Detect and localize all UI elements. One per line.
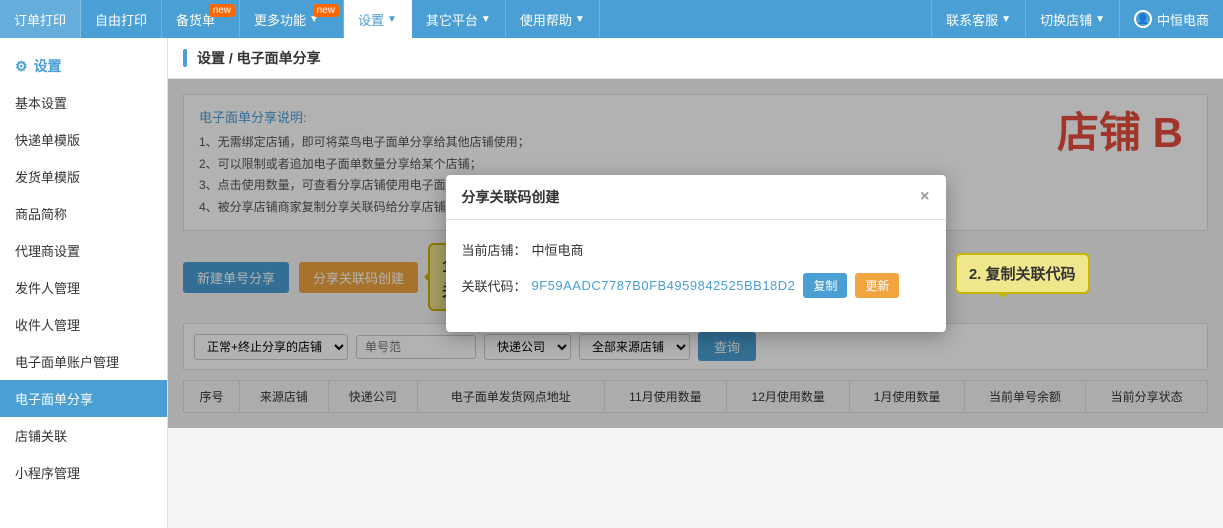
sidebar-item-mini-program[interactable]: 小程序管理 — [0, 454, 167, 491]
nav-more-features-label: 更多功能 — [254, 10, 306, 29]
sidebar-item-sender-label: 发件人管理 — [15, 281, 80, 296]
sidebar-item-sender[interactable]: 发件人管理 — [0, 269, 167, 306]
chevron-down-icon: ▼ — [481, 14, 491, 25]
modal-store-row: 当前店铺： 中恒电商 — [462, 240, 930, 259]
nav-order-print-label: 订单打印 — [14, 10, 66, 29]
modal-code-row: 关联代码： 9F59AADC7787B0FB4959842525BB18D2 复… — [462, 273, 930, 298]
modal-overlay: 分享关联码创建 × 当前店铺： 中恒电商 关联代码： 9F59AADC7787B… — [168, 79, 1223, 428]
sidebar-item-product-label: 商品简称 — [15, 207, 67, 222]
copy-button[interactable]: 复制 — [803, 273, 847, 298]
sidebar-item-product-short[interactable]: 商品简称 — [0, 195, 167, 232]
modal-title: 分享关联码创建 — [462, 187, 560, 207]
sidebar-item-agent[interactable]: 代理商设置 — [0, 232, 167, 269]
breadcrumb-bar — [183, 49, 187, 67]
sidebar-item-waybill-share-label: 电子面单分享 — [15, 392, 93, 407]
main-content: 设置 / 电子面单分享 店铺 B 电子面单分享说明: 1、无需绑定店铺，即可将菜… — [168, 38, 1223, 528]
sidebar-item-waybill-account-label: 电子面单账户管理 — [15, 355, 119, 370]
modal-code-label: 关联代码： — [462, 276, 532, 295]
settings-icon: ⚙ — [15, 58, 28, 75]
nav-switch-store[interactable]: 切换店铺 ▼ — [1025, 0, 1119, 38]
prepare-goods-badge: new — [209, 4, 235, 17]
nav-settings-label: 设置 — [358, 10, 384, 29]
nav-contact-label: 联系客服 — [946, 10, 998, 29]
nav-user[interactable]: 👤 中恒电商 — [1119, 0, 1223, 38]
nav-contact[interactable]: 联系客服 ▼ — [931, 0, 1025, 38]
top-navigation: 订单打印 自由打印 备货单 new 更多功能 new ▼ 设置 ▼ 其它平台 ▼… — [0, 0, 1223, 38]
nav-free-print[interactable]: 自由打印 — [81, 0, 162, 38]
nav-free-print-label: 自由打印 — [95, 10, 147, 29]
chevron-down-icon: ▼ — [387, 14, 397, 25]
modal-body: 当前店铺： 中恒电商 关联代码： 9F59AADC7787B0FB4959842… — [446, 220, 946, 332]
sidebar-item-waybill-share[interactable]: 电子面单分享 — [0, 380, 167, 417]
sidebar-item-express-label: 快递单模版 — [15, 133, 80, 148]
user-icon: 👤 — [1134, 10, 1152, 28]
sidebar-item-ship-label: 发货单模版 — [15, 170, 80, 185]
main-layout: ⚙ 设置 基本设置 快递单模版 发货单模版 商品简称 代理商设置 发件人管理 收… — [0, 38, 1223, 528]
breadcrumb: 设置 / 电子面单分享 — [168, 38, 1223, 79]
more-features-badge: new — [313, 4, 339, 17]
sidebar-item-basic-label: 基本设置 — [15, 96, 67, 111]
nav-more-features[interactable]: 更多功能 new ▼ — [240, 0, 344, 38]
sidebar-title: ⚙ 设置 — [0, 48, 167, 84]
nav-right-section: 联系客服 ▼ 切换店铺 ▼ 👤 中恒电商 — [931, 0, 1223, 38]
sidebar-item-store-link-label: 店铺关联 — [15, 429, 67, 444]
sidebar-item-store-link[interactable]: 店铺关联 — [0, 417, 167, 454]
sidebar-title-text: 设置 — [34, 56, 62, 76]
modal-close-button[interactable]: × — [920, 188, 929, 206]
breadcrumb-text: 设置 / 电子面单分享 — [197, 48, 321, 68]
sidebar-item-mini-program-label: 小程序管理 — [15, 466, 80, 481]
modal-header: 分享关联码创建 × — [446, 175, 946, 220]
inner-content: 店铺 B 电子面单分享说明: 1、无需绑定店铺，即可将菜鸟电子面单分享给其他店铺… — [168, 79, 1223, 428]
nav-order-print[interactable]: 订单打印 — [0, 0, 81, 38]
nav-settings[interactable]: 设置 ▼ — [344, 0, 412, 38]
nav-prepare-goods[interactable]: 备货单 new — [162, 0, 240, 38]
nav-help[interactable]: 使用帮助 ▼ — [506, 0, 600, 38]
link-code-value: 9F59AADC7787B0FB4959842525BB18D2 — [532, 278, 796, 293]
chevron-down-icon: ▼ — [575, 14, 585, 25]
sidebar-item-receiver[interactable]: 收件人管理 — [0, 306, 167, 343]
tooltip2-text: 2. 复制关联代码 — [969, 266, 1076, 283]
chevron-down-icon: ▼ — [1095, 14, 1105, 25]
modal-store-value: 中恒电商 — [532, 240, 584, 259]
modal-store-label: 当前店铺： — [462, 240, 532, 259]
sidebar-item-receiver-label: 收件人管理 — [15, 318, 80, 333]
chevron-down-icon: ▼ — [1001, 14, 1011, 25]
sidebar-item-waybill-account[interactable]: 电子面单账户管理 — [0, 343, 167, 380]
sidebar-item-agent-label: 代理商设置 — [15, 244, 80, 259]
nav-other-platforms[interactable]: 其它平台 ▼ — [412, 0, 506, 38]
tooltip-annotation-2: 2. 复制关联代码 — [955, 253, 1090, 294]
code-row: 9F59AADC7787B0FB4959842525BB18D2 复制 更新 — [532, 273, 900, 298]
refresh-button[interactable]: 更新 — [855, 273, 899, 298]
sidebar-item-express-single[interactable]: 快递单模版 — [0, 121, 167, 158]
sidebar-item-basic[interactable]: 基本设置 — [0, 84, 167, 121]
modal-dialog: 分享关联码创建 × 当前店铺： 中恒电商 关联代码： 9F59AADC7787B… — [446, 175, 946, 332]
nav-other-platforms-label: 其它平台 — [426, 10, 478, 29]
nav-switch-store-label: 切换店铺 — [1040, 10, 1092, 29]
nav-user-label: 中恒电商 — [1157, 10, 1209, 29]
sidebar: ⚙ 设置 基本设置 快递单模版 发货单模版 商品简称 代理商设置 发件人管理 收… — [0, 38, 168, 528]
nav-help-label: 使用帮助 — [520, 10, 572, 29]
sidebar-item-ship-single[interactable]: 发货单模版 — [0, 158, 167, 195]
